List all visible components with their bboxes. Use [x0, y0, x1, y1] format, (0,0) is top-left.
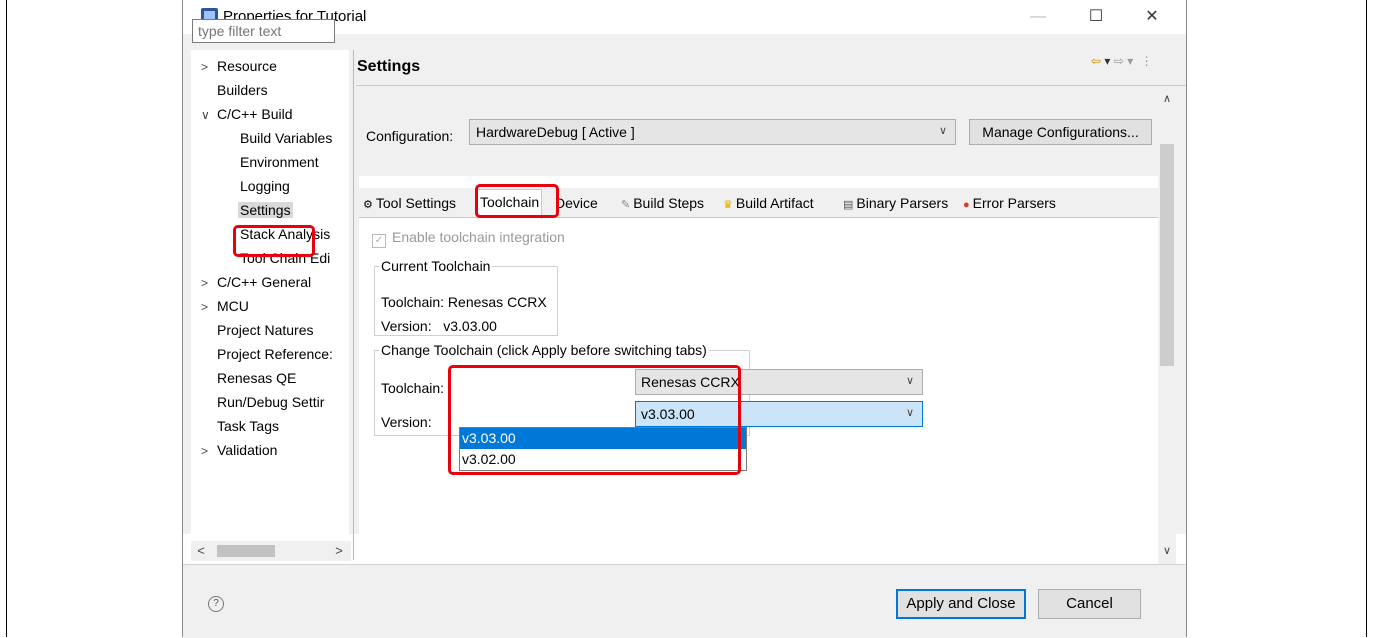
property-tree: > Resource Builders ∨ C/C++ Build Build Va… [191, 50, 349, 536]
settings-content: Configuration: HardwareDebug [ Active ] … [359, 88, 1158, 564]
tree-item-project-natures[interactable]: Project Natures [217, 320, 313, 340]
tree-item-renesas-qe[interactable]: Renesas QE [217, 368, 296, 388]
tab-binary-parsers[interactable]: ▤ Binary Parsers [843, 191, 948, 215]
configuration-select[interactable]: HardwareDebug [ Active ] ∨ [469, 119, 956, 145]
tree-item-logging[interactable]: Logging [240, 176, 290, 196]
tab-build-artifact[interactable]: ♛ Build Artifact [723, 191, 814, 215]
dialog-footer: ? Apply and Close Cancel [183, 564, 1186, 638]
tree-item-run-debug-settings[interactable]: Run/Debug Settir [217, 392, 324, 412]
minimize-button[interactable]: — [1015, 0, 1061, 34]
tree-item-cpp-general[interactable]: > C/C++ General [201, 272, 311, 293]
properties-dialog: Properties for Tutorial — ☐ ✕ >Resource … [182, 0, 1187, 638]
tree-item-task-tags[interactable]: Task Tags [217, 416, 279, 436]
close-button[interactable]: ✕ [1129, 0, 1175, 34]
scroll-up-icon[interactable]: ∧ [1158, 92, 1176, 105]
trophy-icon: ♛ [723, 199, 733, 211]
tab-device[interactable]: Device [555, 191, 598, 215]
tree-item-cpp-build[interactable]: ∨ C/C++ Build [201, 104, 292, 125]
tree-item-build-variables[interactable]: Build Variables [240, 128, 332, 148]
view-menu-icon[interactable]: ⋮ [1141, 54, 1153, 68]
chevron-down-icon: ∨ [905, 407, 914, 419]
toolchain-label: Toolchain: [381, 380, 445, 396]
chevron-right-icon[interactable]: > [201, 297, 217, 317]
chevron-down-icon: ∨ [905, 375, 914, 387]
tab-build-steps[interactable]: ✎ Build Steps [621, 191, 704, 215]
chevron-down-icon: ∨ [938, 125, 947, 137]
toolchain-version-highlight [448, 365, 741, 475]
current-toolchain-group: Current Toolchain Toolchain: Renesas CCR… [374, 258, 558, 336]
binary-icon: ▤ [843, 199, 854, 211]
maximize-button[interactable]: ☐ [1073, 0, 1119, 34]
tree-item-resource[interactable]: > Resource [201, 56, 277, 77]
tool-settings-icon: ⚙ [363, 199, 373, 211]
tree-item-environment[interactable]: Environment [240, 152, 319, 172]
content-vertical-scrollbar[interactable]: ∧ ∨ [1158, 88, 1176, 564]
manage-configurations-button[interactable]: Manage Configurations... [969, 119, 1152, 145]
chevron-right-icon[interactable]: > [201, 273, 217, 293]
toolchain-tab-highlight [475, 184, 559, 218]
page-title: Settings [357, 58, 421, 75]
current-version-value: Version: v3.03.00 [381, 318, 497, 334]
pane-divider[interactable] [353, 50, 354, 560]
scrollbar-thumb[interactable] [217, 545, 275, 557]
tree-item-validation[interactable]: > Validation [201, 440, 277, 461]
cancel-button[interactable]: Cancel [1038, 589, 1141, 619]
configuration-bar: Configuration: HardwareDebug [ Active ] … [359, 88, 1158, 176]
forward-arrow-icon[interactable]: ⇨ [1114, 54, 1124, 68]
tree-item-settings[interactable]: Settings [238, 200, 293, 220]
chevron-right-icon[interactable]: > [201, 441, 217, 461]
version-label: Version: [381, 414, 432, 430]
checkmark-icon: ✓ [372, 234, 386, 248]
scroll-left-icon[interactable]: < [191, 541, 211, 561]
error-icon: ● [963, 199, 970, 211]
configuration-label: Configuration: [366, 128, 454, 144]
back-menu-chevron-icon[interactable]: ▾ [1104, 54, 1110, 68]
enable-toolchain-checkbox[interactable]: ✓ Enable toolchain integration [372, 229, 565, 248]
scrollbar-thumb[interactable] [1160, 144, 1174, 366]
page-border-left [6, 0, 7, 637]
filter-input[interactable] [192, 19, 335, 43]
tab-tool-settings[interactable]: ⚙ Tool Settings [363, 191, 456, 215]
help-icon[interactable]: ? [208, 596, 224, 612]
tree-horizontal-scrollbar[interactable]: < > [191, 541, 351, 561]
back-arrow-icon[interactable]: ⇦ [1091, 54, 1101, 68]
apply-and-close-button[interactable]: Apply and Close [896, 589, 1026, 619]
history-navigation: ⇦ ▾ ⇨ ▾ ⋮ [1091, 54, 1153, 68]
scroll-down-icon[interactable]: ∨ [1158, 544, 1176, 557]
chevron-right-icon[interactable]: > [201, 57, 217, 77]
forward-menu-chevron-icon[interactable]: ▾ [1127, 54, 1133, 68]
page-border-right [1366, 0, 1367, 637]
scroll-right-icon[interactable]: > [329, 541, 349, 561]
tab-error-parsers[interactable]: ● Error Parsers [963, 191, 1056, 215]
chevron-down-icon[interactable]: ∨ [201, 105, 217, 125]
tree-item-builders[interactable]: Builders [217, 80, 268, 100]
tree-item-project-references[interactable]: Project Reference: [217, 344, 333, 364]
tree-item-mcu[interactable]: > MCU [201, 296, 249, 317]
current-toolchain-value: Toolchain: Renesas CCRX [381, 294, 547, 310]
title-separator [356, 85, 1186, 86]
settings-highlight [233, 225, 315, 257]
build-steps-icon: ✎ [621, 199, 631, 211]
